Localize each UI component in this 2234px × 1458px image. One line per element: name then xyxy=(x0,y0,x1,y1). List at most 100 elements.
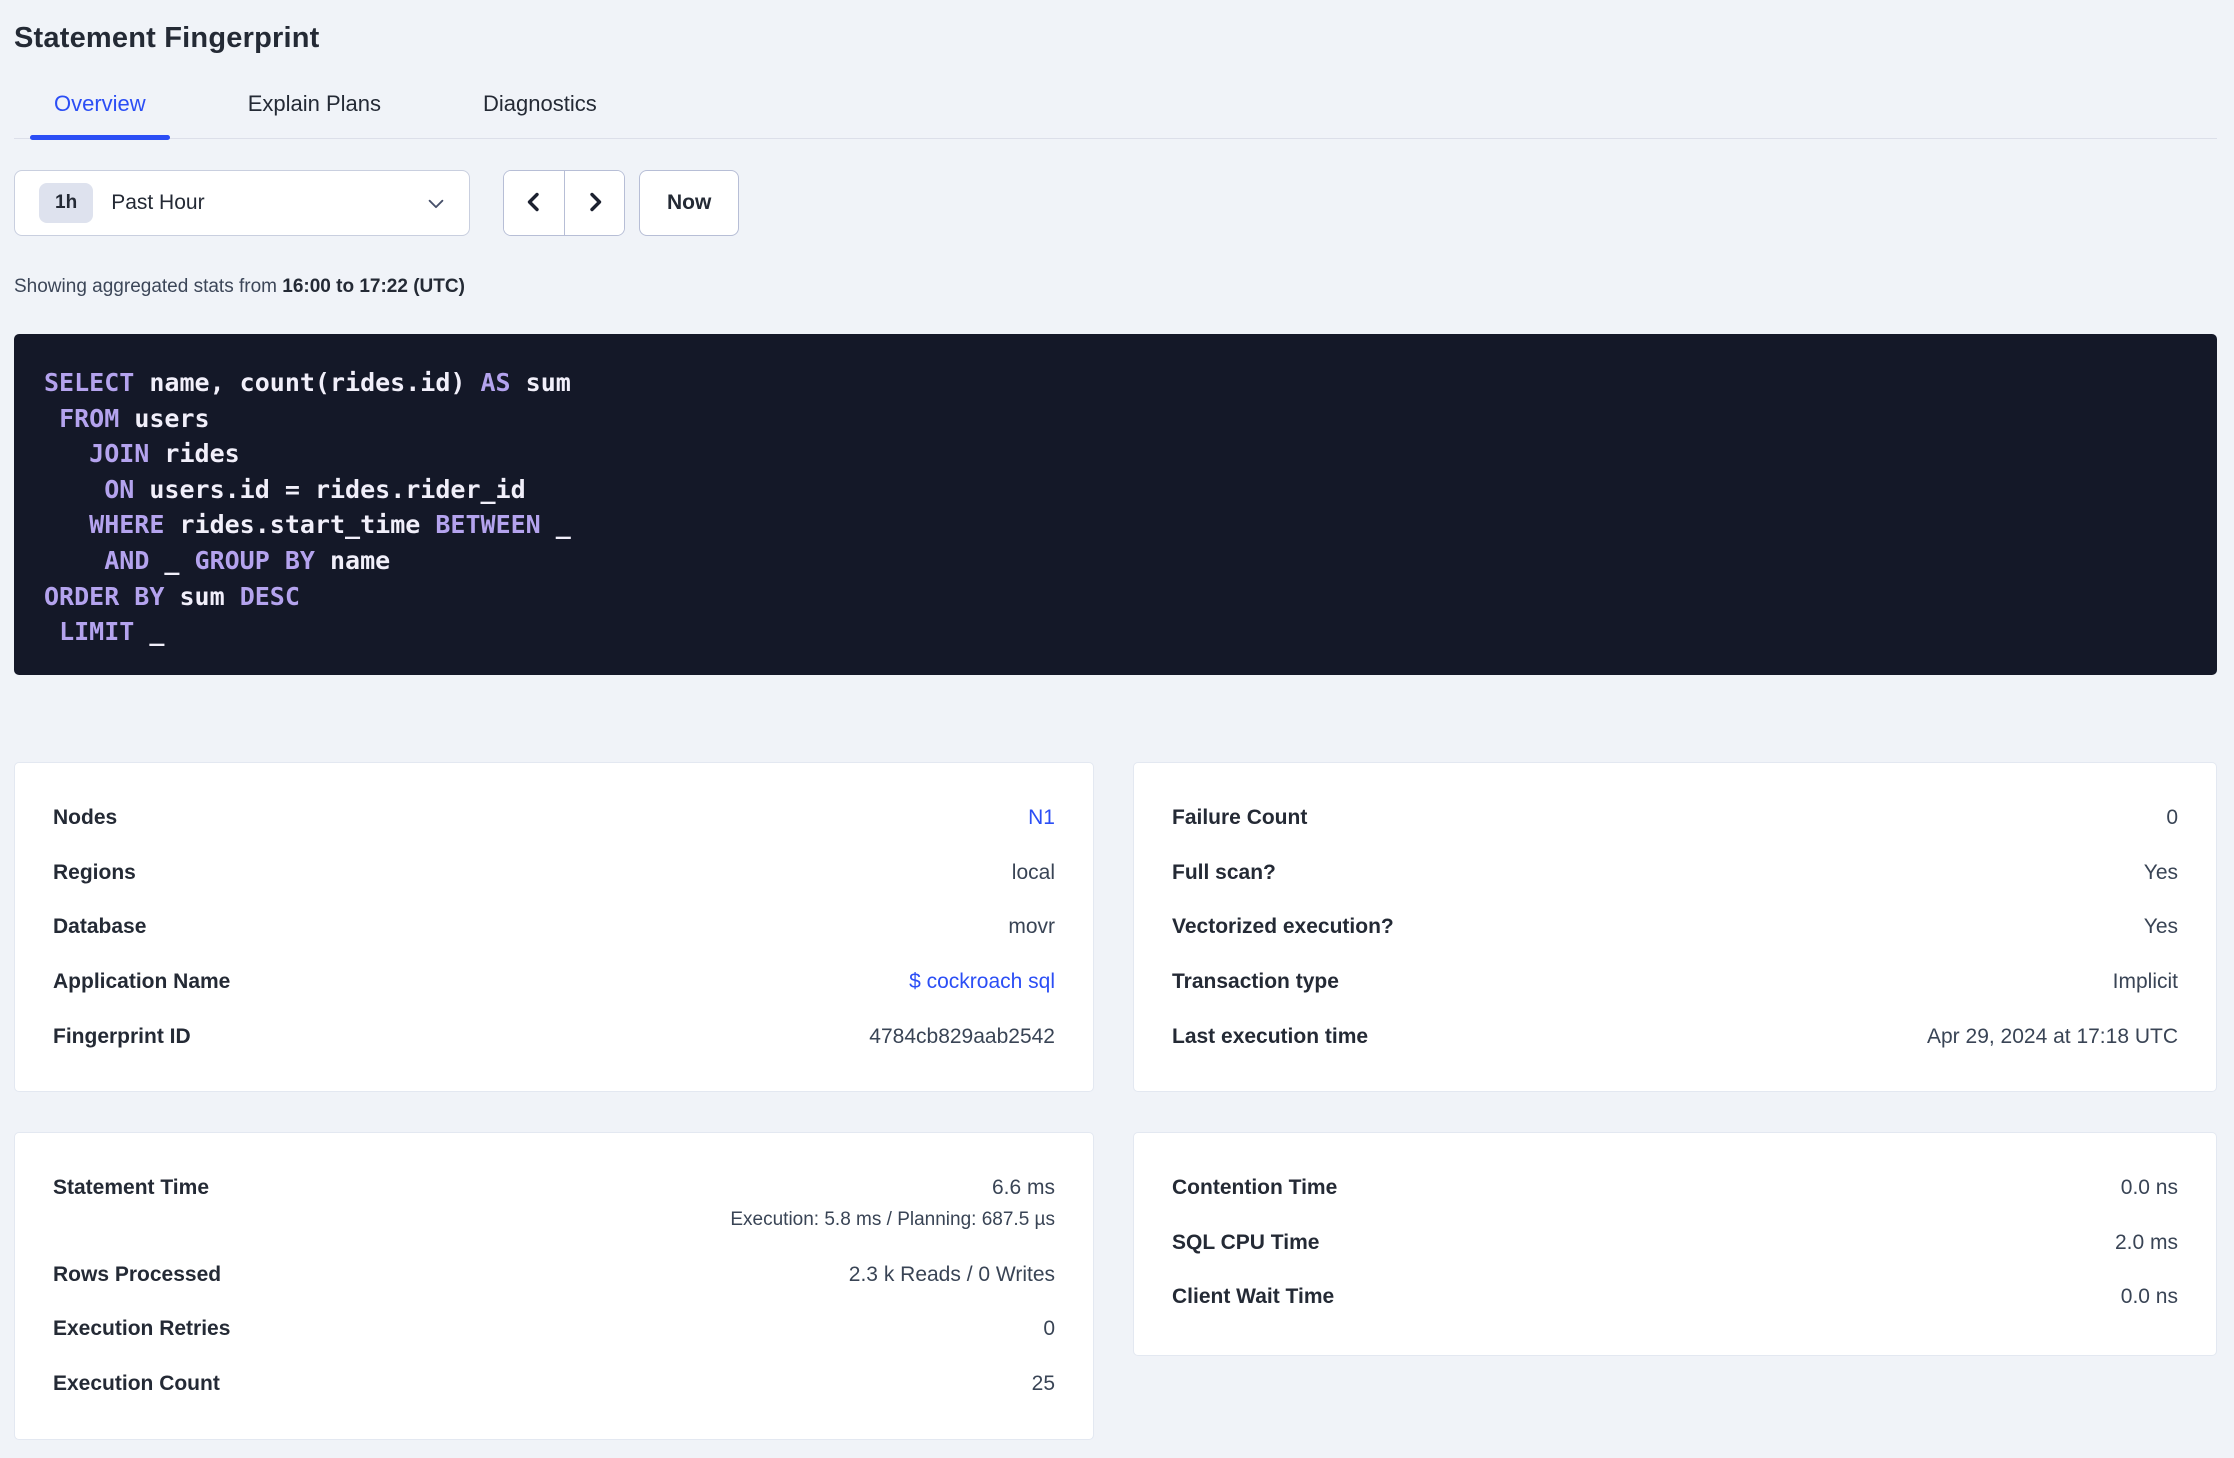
stat-label: Contention Time xyxy=(1172,1176,1338,1200)
stat-value: 0 xyxy=(1043,1317,1055,1341)
stat-value: 2.3 k Reads / 0 Writes xyxy=(848,1262,1055,1286)
chevron-down-icon xyxy=(425,192,447,214)
prev-range-button[interactable] xyxy=(504,171,564,235)
stat-value: 0.0 ns xyxy=(2120,1176,2178,1200)
row-fingerprint-id: Fingerprint ID 4784cb829aab2542 xyxy=(53,1009,1055,1064)
statement-times-card: Statement Time 6.6 ms Execution: 5.8 ms / … xyxy=(14,1132,1094,1440)
sql-keyword: LIMIT xyxy=(59,617,135,647)
tab-explain-plans[interactable]: Explain Plans xyxy=(224,91,405,138)
sql-text: name xyxy=(314,545,391,575)
sql-line: ON users.id = rides.rider_id xyxy=(44,472,2187,508)
sql-keyword: GROUP BY xyxy=(194,545,315,575)
time-range-nav xyxy=(503,170,625,236)
stat-value: Implicit xyxy=(2112,970,2178,994)
next-range-button[interactable] xyxy=(564,171,624,235)
time-range-label: Past Hour xyxy=(111,191,205,214)
sql-line: AND _ GROUP BY name xyxy=(44,543,2187,579)
statement-fingerprint-page: Statement Fingerprint Overview Explain Pl… xyxy=(0,22,2234,1440)
sql-keyword: SELECT xyxy=(44,368,135,397)
stat-label: Nodes xyxy=(53,806,118,830)
sql-text: rides.start_time xyxy=(164,510,436,540)
stat-label: Last execution time xyxy=(1172,1024,1369,1048)
row-statement-time: Statement Time 6.6 ms xyxy=(53,1161,1055,1216)
stat-label: Application Name xyxy=(53,970,231,994)
tab-diagnostics[interactable]: Diagnostics xyxy=(459,91,621,138)
stat-value: 4784cb829aab2542 xyxy=(869,1024,1055,1048)
sql-text: users xyxy=(119,403,210,433)
sql-text: rides xyxy=(149,439,240,469)
stat-value-link[interactable]: N1 xyxy=(1028,806,1055,830)
sql-text: users.id = rides.rider_id xyxy=(134,474,526,504)
sql-text: _ xyxy=(134,617,165,647)
sql-keyword: WHERE xyxy=(89,510,165,540)
row-rows-processed: Rows Processed 2.3 k Reads / 0 Writes xyxy=(53,1248,1055,1303)
stat-label: Execution Count xyxy=(53,1372,220,1396)
summary-cards: Nodes N1 Regions local Database movr Applicati… xyxy=(14,762,2217,1440)
sql-statement-box: SELECT name, count(rides.id) AS sum FROM… xyxy=(14,334,2217,675)
stat-label: Full scan? xyxy=(1172,860,1276,884)
row-full-scan: Full scan? Yes xyxy=(1172,846,2178,901)
sql-line: FROM users xyxy=(44,401,2187,437)
row-client-wait-time: Client Wait Time 0.0 ns xyxy=(1172,1270,2178,1325)
sql-keyword: JOIN xyxy=(89,439,150,469)
sql-text: _ xyxy=(540,510,571,540)
chevron-left-icon xyxy=(521,189,547,218)
execution-attributes-card: Failure Count 0 Full scan? Yes Vectorized ex… xyxy=(1133,762,2217,1092)
stat-subvalue: Execution: 5.8 ms / Planning: 687.5 µs xyxy=(730,1208,1055,1230)
row-vectorized-execution: Vectorized execution? Yes xyxy=(1172,900,2178,955)
stat-value-link[interactable]: $ cockroach sql xyxy=(909,970,1055,994)
stat-label: Execution Retries xyxy=(53,1317,231,1341)
row-execution-retries: Execution Retries 0 xyxy=(53,1302,1055,1357)
chevron-right-icon xyxy=(582,189,608,218)
aggregated-stats-prefix: Showing aggregated stats from xyxy=(14,276,283,297)
row-failure-count: Failure Count 0 xyxy=(1172,791,2178,846)
sql-keyword: ORDER BY xyxy=(44,581,165,611)
stat-label: Transaction type xyxy=(1172,970,1339,994)
stat-value: 2.0 ms xyxy=(2114,1230,2178,1254)
sql-line: SELECT name, count(rides.id) AS sum xyxy=(44,365,2187,401)
sql-line: ORDER BY sum DESC xyxy=(44,579,2187,615)
stat-label: Fingerprint ID xyxy=(53,1024,191,1048)
stat-value: 25 xyxy=(1031,1372,1055,1396)
stat-label: Database xyxy=(53,915,147,939)
time-range-picker[interactable]: 1h Past Hour xyxy=(14,170,470,236)
stat-label: Rows Processed xyxy=(53,1262,222,1286)
page-title: Statement Fingerprint xyxy=(14,22,320,54)
stat-label: Vectorized execution? xyxy=(1172,915,1394,939)
aggregated-stats-text: Showing aggregated stats from 16:00 to 1… xyxy=(14,276,2217,298)
row-contention-time: Contention Time 0.0 ns xyxy=(1172,1161,2178,1216)
row-sql-cpu-time: SQL CPU Time 2.0 ms xyxy=(1172,1216,2178,1271)
tab-overview[interactable]: Overview xyxy=(30,91,170,140)
stat-value: 0 xyxy=(2166,806,2178,830)
time-toolbar: 1h Past Hour Now xyxy=(14,170,2217,236)
wait-times-card: Contention Time 0.0 ns SQL CPU Time 2.0 ms C… xyxy=(1133,1132,2217,1356)
time-range-badge: 1h xyxy=(39,183,94,223)
stat-value: Yes xyxy=(2143,915,2178,939)
stat-value: 6.6 ms xyxy=(991,1176,1055,1200)
row-transaction-type: Transaction type Implicit xyxy=(1172,955,2178,1010)
stat-label: Failure Count xyxy=(1172,806,1308,830)
row-execution-count: Execution Count 25 xyxy=(53,1357,1055,1412)
sql-line: LIMIT _ xyxy=(44,614,2187,650)
sql-keyword: FROM xyxy=(59,403,120,433)
row-nodes: Nodes N1 xyxy=(53,791,1055,846)
sql-keyword: AS xyxy=(480,368,511,397)
stat-label: Client Wait Time xyxy=(1172,1285,1335,1309)
sql-keyword: AND xyxy=(104,545,150,575)
row-last-execution-time: Last execution time Apr 29, 2024 at 17:18… xyxy=(1172,1009,2178,1064)
aggregated-stats-range: 16:00 to 17:22 (UTC) xyxy=(282,276,465,297)
sql-line: JOIN rides xyxy=(44,436,2187,472)
sql-text: sum xyxy=(510,368,571,397)
tab-bar: Overview Explain Plans Diagnostics xyxy=(14,91,2217,140)
stat-label: Regions xyxy=(53,860,136,884)
sql-keyword: ON xyxy=(104,474,135,504)
stat-label: Statement Time xyxy=(53,1176,209,1200)
now-button[interactable]: Now xyxy=(639,170,740,236)
stat-value: Apr 29, 2024 at 17:18 UTC xyxy=(1927,1024,2178,1048)
row-regions: Regions local xyxy=(53,846,1055,901)
